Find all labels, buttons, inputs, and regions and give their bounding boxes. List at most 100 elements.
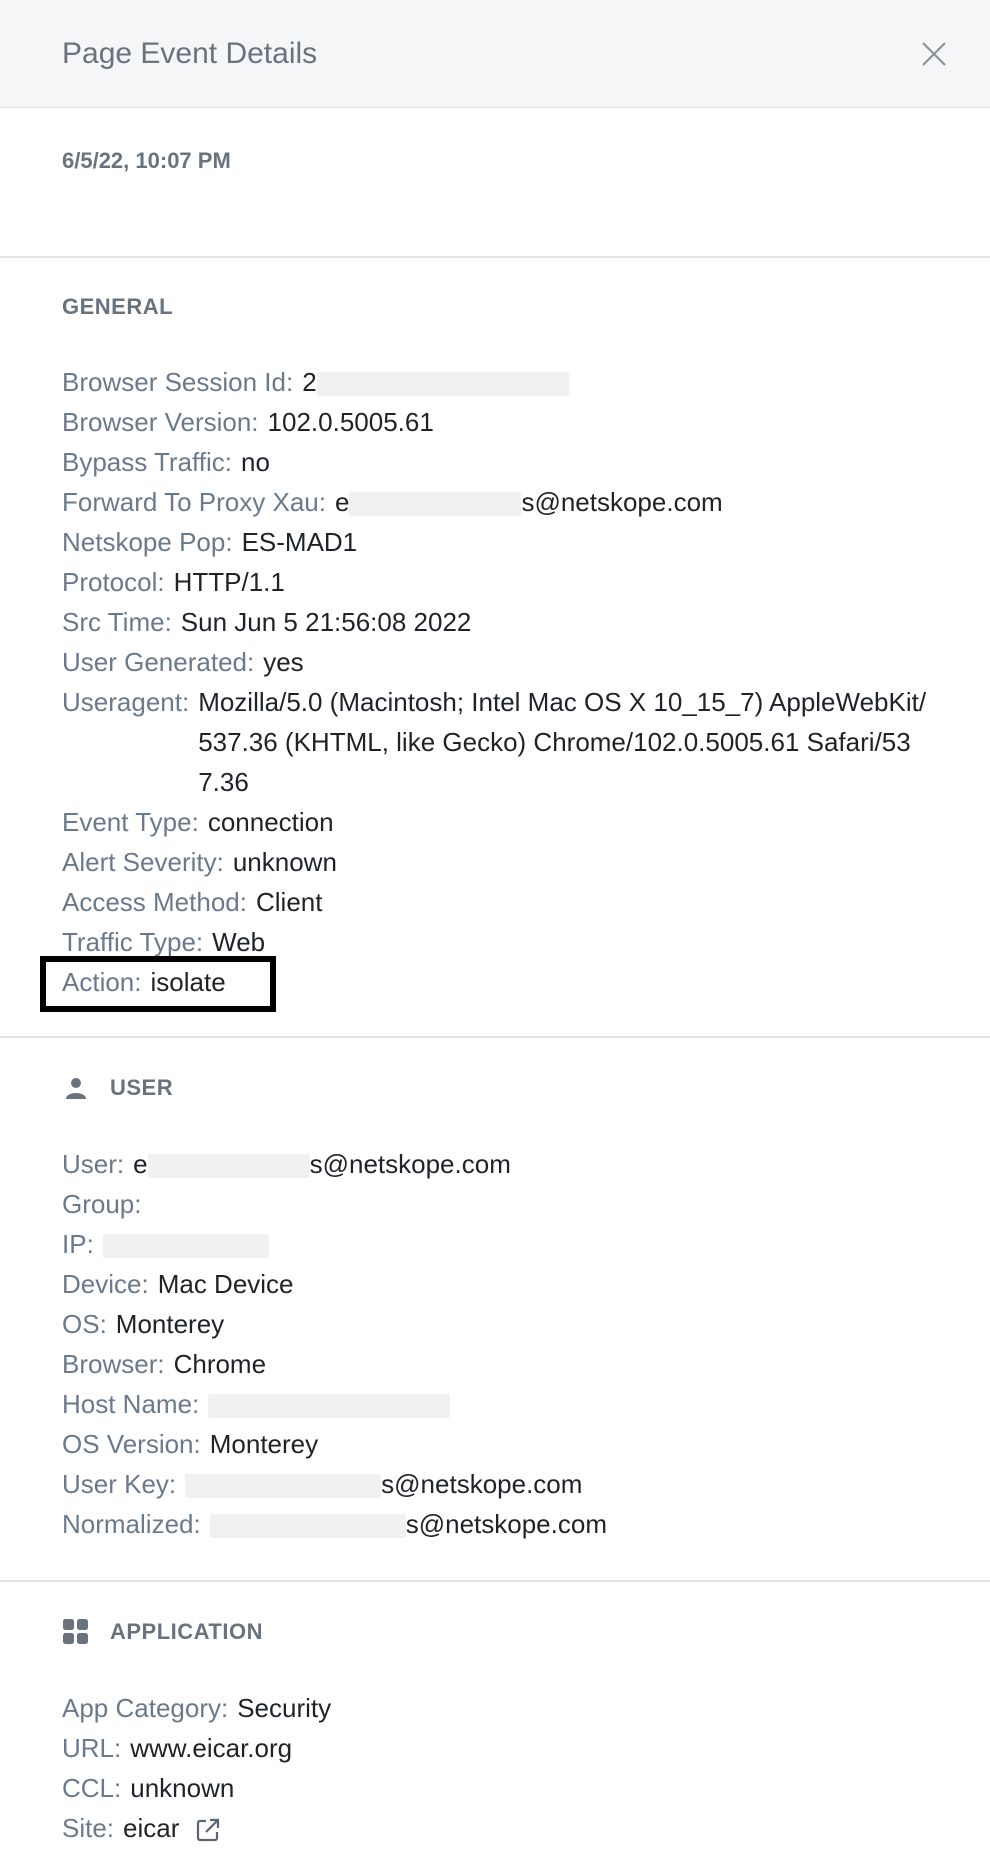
app-category-label: App Category: [62, 1693, 229, 1723]
alert-severity-value: unknown [232, 847, 337, 877]
os-version-label: OS Version: [62, 1429, 201, 1459]
forward-proxy-prefix: e [334, 487, 350, 517]
user-suffix: s@netskope.com [309, 1149, 511, 1179]
browser-session-id-text: 2 [302, 367, 317, 397]
site-text: eicar [123, 1813, 180, 1843]
url-value: www.eicar.org [130, 1733, 293, 1763]
row-forward-to-proxy-xau: Forward To Proxy Xau: e s@netskope.com [62, 482, 928, 522]
traffic-type-value: Web [212, 927, 266, 957]
application-title-text: APPLICATION [110, 1619, 263, 1644]
application-section-title: APPLICATION [62, 1618, 928, 1646]
close-button[interactable] [918, 38, 950, 70]
modal-header: Page Event Details [0, 0, 990, 108]
row-os: OS: Monterey [62, 1304, 928, 1344]
modal-title: Page Event Details [62, 36, 318, 70]
app-category-value: Security [237, 1693, 332, 1723]
normalized-value: s@netskope.com [209, 1504, 607, 1544]
row-device: Device: Mac Device [62, 1264, 928, 1304]
traffic-type-label: Traffic Type: [62, 927, 204, 957]
normalized-suffix: s@netskope.com [405, 1509, 607, 1539]
url-label: URL: [62, 1733, 122, 1763]
redacted-block [349, 492, 522, 517]
general-title-text: GENERAL [62, 294, 174, 319]
user-prefix: e [133, 1149, 148, 1179]
row-traffic-type: Traffic Type: Web [62, 922, 928, 962]
event-type-label: Event Type: [62, 807, 199, 837]
grid-icon [62, 1618, 90, 1646]
ip-value [102, 1224, 269, 1264]
row-protocol: Protocol: HTTP/1.1 [62, 562, 928, 602]
site-value: eicar [123, 1808, 221, 1848]
application-rows: App Category: Security URL: www.eicar.or… [62, 1688, 928, 1848]
user-key-value: s@netskope.com [185, 1464, 582, 1504]
browser-value: Chrome [173, 1349, 267, 1379]
user-key-label: User Key: [62, 1469, 177, 1499]
bypass-traffic-label: Bypass Traffic: [62, 447, 233, 477]
close-icon [922, 41, 946, 66]
row-bypass-traffic: Bypass Traffic: no [62, 442, 928, 482]
bypass-traffic-value: no [241, 447, 270, 477]
browser-session-id-label: Browser Session Id: [62, 367, 294, 397]
row-browser-session-id: Browser Session Id: 2 [62, 362, 928, 402]
action-label: Action: [62, 967, 142, 997]
os-version-value: Monterey [209, 1429, 319, 1459]
ccl-value: unknown [130, 1773, 235, 1803]
row-browser-version: Browser Version: 102.0.5005.61 [62, 402, 928, 442]
action-highlight-wrapper: Action: isolate [40, 956, 276, 1012]
netskope-pop-label: Netskope Pop: [62, 527, 233, 557]
host-name-label: Host Name: [62, 1389, 200, 1419]
user-section-title: USER [62, 1074, 928, 1102]
row-user-key: User Key: s@netskope.com [62, 1464, 928, 1504]
os-label: OS: [62, 1309, 107, 1339]
redacted-block [209, 1514, 406, 1539]
row-access-method: Access Method: Client [62, 882, 928, 922]
user-label: User: [62, 1149, 125, 1179]
ip-label: IP: [62, 1229, 94, 1259]
row-netskope-pop: Netskope Pop: ES-MAD1 [62, 522, 928, 562]
timestamp-section: 6/5/22, 10:07 PM [0, 108, 990, 258]
group-label: Group: [62, 1189, 142, 1219]
device-label: Device: [62, 1269, 149, 1299]
row-user-generated: User Generated: yes [62, 642, 928, 682]
netskope-pop-value: ES-MAD1 [241, 527, 358, 557]
user-generated-value: yes [263, 647, 304, 677]
row-ccl: CCL: unknown [62, 1768, 928, 1808]
user-value: e s@netskope.com [133, 1144, 511, 1184]
general-section: GENERAL Browser Session Id: 2 Browser Ve… [0, 258, 990, 1038]
general-rows: Browser Session Id: 2 Browser Version: 1… [40, 362, 928, 1012]
action-value: isolate [150, 967, 226, 997]
ccl-label: CCL: [62, 1773, 122, 1803]
application-section: APPLICATION App Category: Security URL: … [0, 1582, 990, 1848]
row-os-version: OS Version: Monterey [62, 1424, 928, 1464]
user-section: USER User: e s@netskope.com Group: IP: De… [0, 1038, 990, 1582]
user-rows: User: e s@netskope.com Group: IP: Device:… [62, 1144, 928, 1544]
host-name-value [208, 1384, 451, 1424]
row-ip: IP: [62, 1224, 928, 1264]
general-section-title: GENERAL [62, 294, 928, 320]
normalized-label: Normalized: [62, 1509, 201, 1539]
row-alert-severity: Alert Severity: unknown [62, 842, 928, 882]
row-group: Group: [62, 1184, 928, 1224]
alert-severity-label: Alert Severity: [62, 847, 224, 877]
browser-session-id-value: 2 [302, 362, 569, 402]
protocol-value: HTTP/1.1 [173, 567, 285, 597]
forward-to-proxy-xau-value: e s@netskope.com [335, 482, 723, 522]
user-key-suffix: s@netskope.com [381, 1469, 583, 1499]
row-browser: Browser: Chrome [62, 1344, 928, 1384]
person-icon [62, 1074, 90, 1102]
row-app-category: App Category: Security [62, 1688, 928, 1728]
redacted-block [316, 372, 569, 397]
browser-label: Browser: [62, 1349, 165, 1379]
row-host-name: Host Name: [62, 1384, 928, 1424]
external-link-icon[interactable] [195, 1817, 221, 1843]
user-generated-label: User Generated: [62, 647, 255, 677]
row-site: Site: eicar [62, 1808, 928, 1848]
redacted-block [208, 1394, 451, 1419]
os-value: Monterey [115, 1309, 225, 1339]
site-label: Site: [62, 1813, 115, 1843]
browser-version-label: Browser Version: [62, 407, 259, 437]
device-value: Mac Device [157, 1269, 294, 1299]
access-method-label: Access Method: [62, 887, 247, 917]
useragent-value: Mozilla/5.0 (Macintosh; Intel Mac OS X 1… [198, 687, 927, 797]
useragent-label: Useragent: [62, 687, 190, 717]
